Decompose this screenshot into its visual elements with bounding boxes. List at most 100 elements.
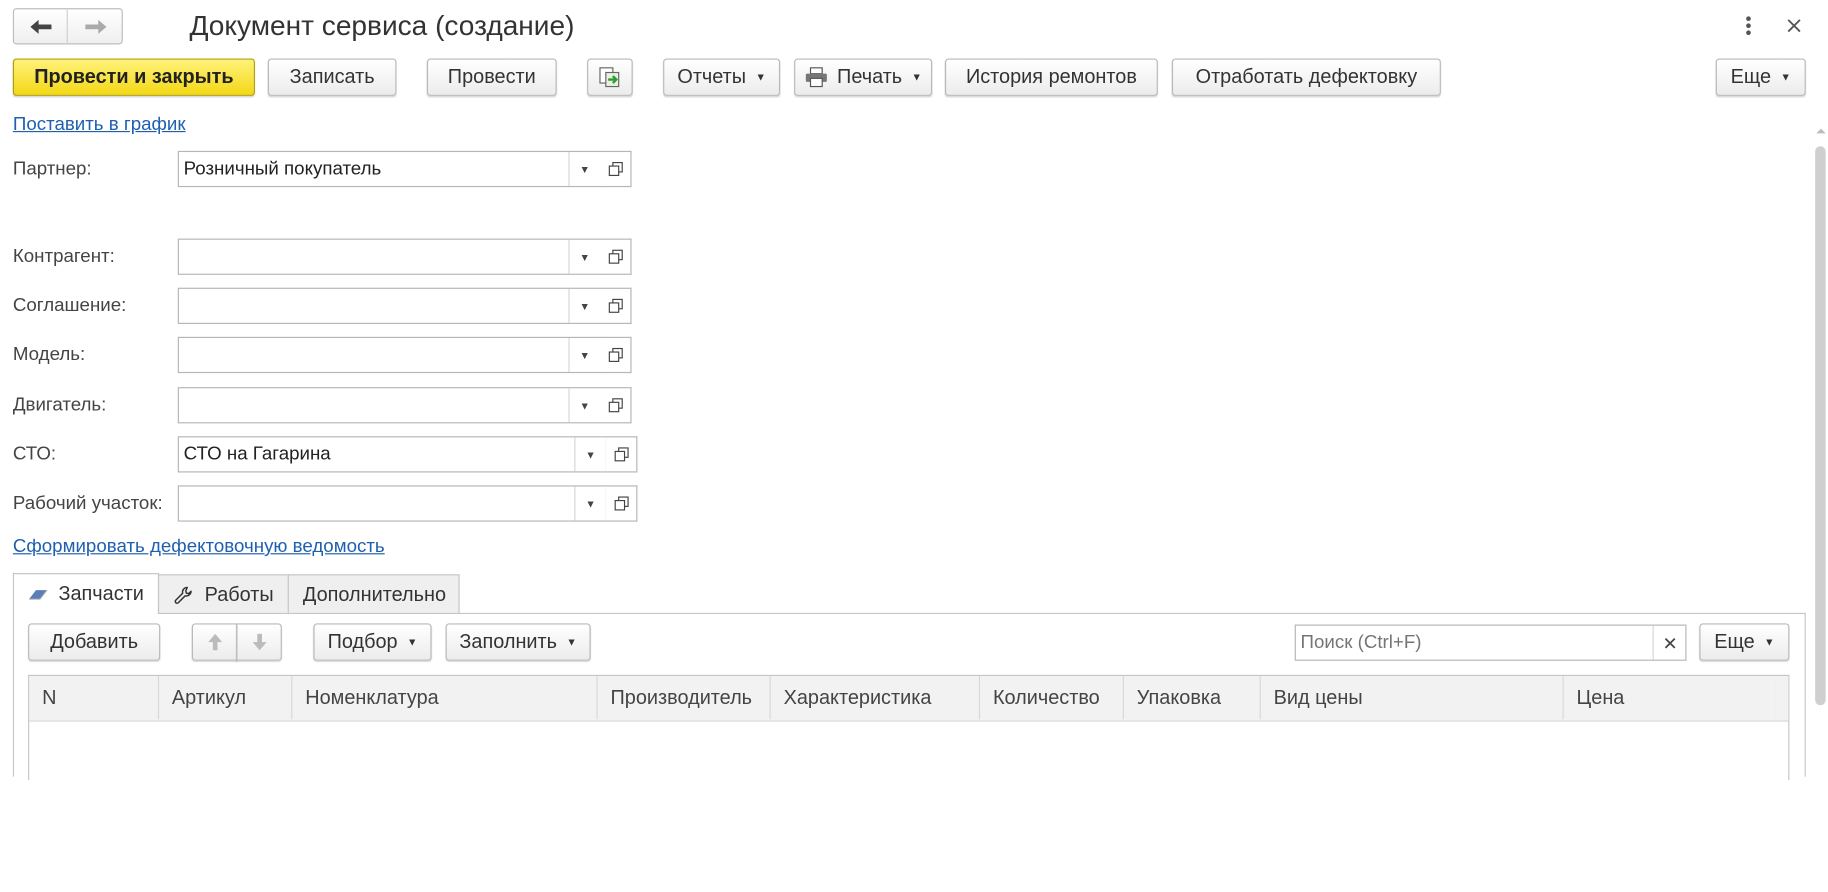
tab-parts[interactable]: Запчасти — [12, 573, 160, 615]
agreement-field[interactable]: ▼ — [177, 287, 602, 324]
model-open-button[interactable] — [599, 336, 632, 374]
search-input[interactable] — [1295, 625, 1654, 660]
sto-label: СТО: — [12, 444, 57, 465]
tab-additional[interactable]: Дополнительно — [287, 574, 460, 615]
arrow-right-icon — [85, 19, 107, 34]
partner-value: Розничный покупатель — [183, 159, 382, 179]
tab-works-label: Работы — [204, 583, 274, 606]
column-header-price[interactable]: Цена — [1564, 675, 1776, 720]
dropdown-arrow-icon: ▼ — [406, 636, 418, 648]
open-window-icon — [608, 249, 623, 264]
chevron-down-icon[interactable]: ▼ — [568, 337, 600, 372]
repair-history-button[interactable]: История ремонтов — [944, 58, 1158, 96]
move-up-button[interactable] — [191, 623, 238, 661]
back-button[interactable] — [14, 8, 68, 45]
agreement-label: Соглашение: — [12, 295, 127, 316]
column-header-nomenclature[interactable]: Номенклатура — [292, 675, 598, 720]
fill-label: Заполнить — [459, 630, 558, 653]
chevron-down-icon[interactable]: ▼ — [568, 388, 600, 423]
chevron-down-icon[interactable]: ▼ — [574, 486, 606, 521]
more-label: Еще — [1730, 65, 1772, 88]
column-header-article[interactable]: Артикул — [159, 675, 293, 720]
chevron-down-icon[interactable]: ▼ — [568, 288, 600, 323]
table-more-button[interactable]: Еще ▼ — [1699, 623, 1790, 661]
partner-open-button[interactable] — [599, 150, 632, 188]
dropdown-arrow-icon: ▼ — [755, 71, 766, 84]
chevron-down-icon[interactable]: ▼ — [568, 152, 600, 186]
post-button[interactable]: Провести — [426, 58, 557, 96]
close-icon[interactable] — [1772, 7, 1816, 44]
tab-parts-label: Запчасти — [58, 582, 144, 605]
printer-icon — [805, 67, 827, 88]
arrow-up-icon — [207, 633, 222, 651]
selection-label: Подбор — [327, 630, 398, 653]
workarea-label: Рабочий участок: — [12, 493, 163, 514]
more-button[interactable]: Еще ▼ — [1715, 58, 1806, 96]
workarea-field[interactable]: ▼ — [177, 485, 607, 522]
dropdown-arrow-icon: ▼ — [1764, 636, 1775, 648]
column-header-manufacturer[interactable]: Производитель — [598, 675, 771, 720]
open-window-icon — [608, 347, 623, 362]
vertical-scrollbar[interactable] — [1815, 146, 1826, 706]
schedule-link[interactable]: Поставить в график — [13, 115, 186, 136]
column-header-price-type[interactable]: Вид цены — [1261, 675, 1564, 720]
move-down-button[interactable] — [236, 623, 282, 661]
counterparty-field[interactable]: ▼ — [177, 238, 602, 275]
more-actions-icon[interactable] — [1726, 7, 1770, 44]
partner-label: Партнер: — [12, 159, 92, 179]
open-window-icon — [614, 496, 629, 511]
selection-button[interactable]: Подбор ▼ — [313, 623, 432, 661]
window-title: Документ сервиса (создание) — [189, 10, 575, 43]
open-window-icon — [608, 298, 623, 313]
forward-button[interactable] — [69, 8, 123, 44]
agreement-open-button[interactable] — [599, 287, 632, 324]
open-window-icon — [614, 447, 629, 462]
wrench-icon — [174, 586, 192, 604]
reports-label: Отчеты — [677, 65, 747, 88]
model-field[interactable]: ▼ — [177, 336, 602, 374]
column-header-characteristic[interactable]: Характеристика — [771, 675, 981, 720]
chevron-down-icon[interactable]: ▼ — [574, 437, 606, 472]
table-header-filler — [1774, 675, 1789, 720]
related-documents-button[interactable] — [587, 58, 633, 96]
defect-sheet-link[interactable]: Сформировать дефектовочную ведомость — [13, 537, 385, 558]
sto-field[interactable]: СТО на Гагарина ▼ — [177, 436, 607, 473]
column-header-package[interactable]: Упаковка — [1124, 675, 1261, 720]
reports-button[interactable]: Отчеты ▼ — [663, 58, 781, 96]
print-label: Печать — [837, 65, 903, 88]
arrow-down-icon — [252, 633, 267, 651]
search-box — [1294, 624, 1687, 661]
tab-additional-label: Дополнительно — [302, 583, 447, 606]
engine-label: Двигатель: — [12, 395, 107, 416]
post-and-close-button[interactable]: Провести и закрыть — [12, 58, 255, 96]
sto-value: СТО на Гагарина — [183, 444, 331, 465]
scroll-up-icon[interactable] — [1813, 119, 1828, 135]
tab-works[interactable]: Работы — [157, 574, 289, 615]
dropdown-arrow-icon: ▼ — [1780, 71, 1791, 84]
parts-icon — [29, 589, 48, 600]
column-header-n[interactable]: N — [29, 675, 160, 720]
sto-open-button[interactable] — [605, 436, 638, 473]
open-window-icon — [608, 161, 623, 177]
workarea-open-button[interactable] — [605, 485, 638, 522]
partner-field[interactable]: Розничный покупатель ▼ — [177, 150, 602, 188]
clear-search-icon[interactable] — [1652, 625, 1686, 660]
counterparty-label: Контрагент: — [12, 246, 115, 267]
engine-field[interactable]: ▼ — [177, 387, 602, 424]
counterparty-open-button[interactable] — [599, 238, 632, 275]
fill-button[interactable]: Заполнить ▼ — [445, 623, 591, 661]
model-label: Модель: — [12, 345, 86, 365]
nav-group — [12, 8, 123, 45]
add-button[interactable]: Добавить — [28, 623, 161, 661]
engine-open-button[interactable] — [599, 387, 632, 424]
column-header-quantity[interactable]: Количество — [980, 675, 1124, 720]
process-defects-button[interactable]: Отработать дефектовку — [1171, 58, 1441, 96]
save-button[interactable]: Записать — [267, 58, 397, 96]
table-more-label: Еще — [1714, 630, 1755, 653]
document-structure-icon — [598, 67, 619, 88]
print-button[interactable]: Печать ▼ — [794, 58, 933, 96]
arrow-left-icon — [29, 19, 51, 34]
chevron-down-icon[interactable]: ▼ — [568, 239, 600, 274]
dropdown-arrow-icon: ▼ — [911, 71, 922, 84]
dropdown-arrow-icon: ▼ — [566, 636, 577, 648]
